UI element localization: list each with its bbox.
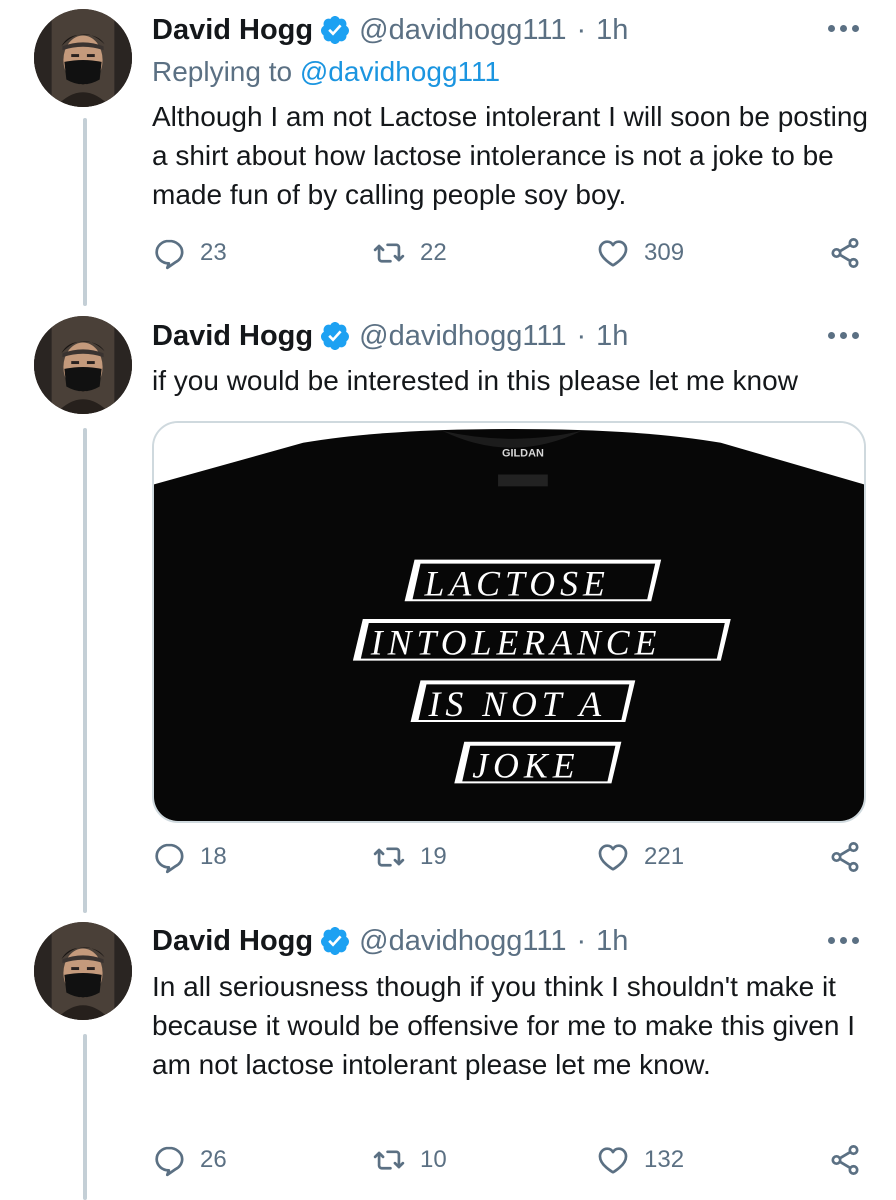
- reply-bubble-icon: [155, 1146, 184, 1177]
- like-button[interactable]: 132: [596, 1143, 684, 1177]
- like-button[interactable]: 221: [596, 840, 684, 874]
- brand-tag: GILDAN: [502, 448, 544, 460]
- avatar[interactable]: [34, 9, 132, 107]
- tweet-text: In all seriousness though if you think I…: [152, 971, 855, 1080]
- reply-count: 26: [200, 1146, 227, 1173]
- tweet-header: David Hogg @davidhogg111 · 1h: [152, 919, 628, 963]
- thread-connector-line: [83, 1034, 87, 1200]
- retweet-count: 19: [420, 843, 447, 870]
- thread-connector-line: [83, 428, 87, 913]
- shirt-line: LACTOSE: [423, 563, 609, 603]
- replying-to: Replying to @davidhogg111: [152, 56, 500, 88]
- verified-badge-icon: [321, 322, 350, 350]
- heart-icon: [598, 844, 628, 871]
- retweet-count: 22: [420, 239, 447, 266]
- shirt-image: GILDAN LACTOSE INTOLERANCE IS NOT A JOKE: [154, 423, 864, 821]
- separator-dot: ·: [576, 13, 587, 46]
- verified-badge-icon: [321, 16, 350, 44]
- avatar-image: [34, 9, 132, 107]
- shirt-line: JOKE: [472, 746, 579, 786]
- more-options-icon[interactable]: [828, 935, 860, 947]
- tweet-timestamp[interactable]: 1h: [596, 320, 628, 353]
- avatar[interactable]: [34, 316, 132, 414]
- retweet-button[interactable]: 22: [372, 236, 447, 270]
- like-count: 309: [644, 239, 685, 266]
- more-options-icon[interactable]: [828, 23, 860, 35]
- like-button[interactable]: 309: [596, 236, 684, 270]
- author-name[interactable]: David Hogg: [152, 925, 313, 958]
- share-button[interactable]: [828, 236, 862, 270]
- replying-to-link[interactable]: @davidhogg111: [300, 56, 500, 87]
- reply-count: 23: [200, 239, 227, 266]
- reply-bubble-icon: [155, 239, 184, 270]
- shirt-line: IS NOT A: [427, 684, 606, 724]
- author-name[interactable]: David Hogg: [152, 320, 313, 353]
- more-options-icon[interactable]: [828, 330, 860, 342]
- avatar[interactable]: [34, 922, 132, 1020]
- verified-badge-icon: [321, 927, 350, 955]
- avatar-image: [34, 316, 132, 414]
- replying-prefix: Replying to: [152, 56, 300, 87]
- reply-button[interactable]: 23: [152, 236, 227, 270]
- tweet-header: David Hogg @davidhogg111 · 1h: [152, 314, 628, 358]
- reply-button[interactable]: 26: [152, 1143, 227, 1177]
- tweet-actions: 23 22 309: [152, 236, 868, 280]
- like-count: 132: [644, 1146, 685, 1173]
- retweet-arrows-icon: [373, 1150, 405, 1170]
- author-handle[interactable]: @davidhogg111: [359, 925, 566, 958]
- share-icon: [831, 238, 859, 268]
- tweet-text: if you would be interested in this pleas…: [152, 365, 798, 396]
- tweet-header: David Hogg @davidhogg111 · 1h: [152, 8, 628, 52]
- reply-count: 18: [200, 843, 227, 870]
- tweet-media-image[interactable]: GILDAN LACTOSE INTOLERANCE IS NOT A JOKE: [152, 421, 866, 823]
- share-icon: [831, 842, 859, 872]
- share-button[interactable]: [828, 1143, 862, 1177]
- like-count: 221: [644, 843, 685, 870]
- avatar-image: [34, 922, 132, 1020]
- tweet-text: Although I am not Lactose intolerant I w…: [152, 101, 868, 210]
- tweet-actions: 26 10 132: [152, 1143, 868, 1187]
- tweet-actions: 18 19 221: [152, 840, 868, 884]
- share-icon: [831, 1145, 859, 1175]
- retweet-arrows-icon: [373, 847, 405, 867]
- share-button[interactable]: [828, 840, 862, 874]
- reply-button[interactable]: 18: [152, 840, 227, 874]
- retweet-button[interactable]: 19: [372, 840, 447, 874]
- thread-connector-line: [83, 118, 87, 306]
- reply-bubble-icon: [155, 843, 184, 874]
- separator-dot: ·: [576, 924, 587, 957]
- shirt-line: INTOLERANCE: [370, 623, 662, 663]
- tweet-timestamp[interactable]: 1h: [596, 14, 628, 47]
- retweet-arrows-icon: [373, 243, 405, 263]
- author-handle[interactable]: @davidhogg111: [359, 320, 566, 353]
- tweet-timestamp[interactable]: 1h: [596, 925, 628, 958]
- retweet-button[interactable]: 10: [372, 1143, 447, 1177]
- author-name[interactable]: David Hogg: [152, 14, 313, 47]
- heart-icon: [598, 240, 628, 267]
- author-handle[interactable]: @davidhogg111: [359, 14, 566, 47]
- retweet-count: 10: [420, 1146, 447, 1173]
- heart-icon: [598, 1147, 628, 1174]
- separator-dot: ·: [576, 319, 587, 352]
